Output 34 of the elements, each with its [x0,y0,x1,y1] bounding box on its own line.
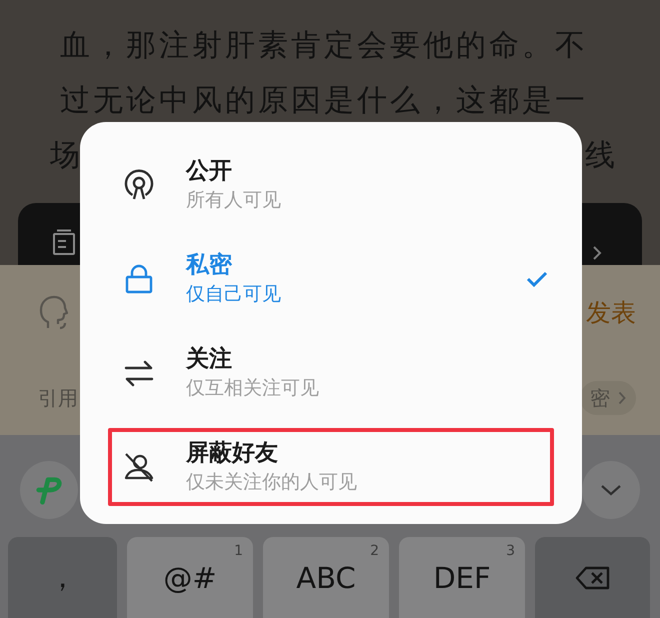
chevron-right-icon [618,391,626,405]
option-title: 屏蔽好友 [186,439,278,467]
keyboard-key[interactable]: 3 DEF [399,537,525,618]
chevron-down-icon [600,484,622,496]
checkmark-icon [526,271,548,287]
chevron-right-icon[interactable] [592,245,602,261]
logo-icon [34,475,64,505]
head-profile-icon[interactable] [38,294,68,330]
visibility-option[interactable]: 公开 所有人可见 [108,146,554,224]
option-subtitle: 所有人可见 [186,188,281,213]
key-number-hint: 1 [234,543,243,560]
option-title: 私密 [186,251,232,279]
option-title: 公开 [186,157,232,185]
option-title: 关注 [186,345,232,373]
key-number-hint: 3 [506,543,515,560]
option-subtitle: 仅自己可见 [186,282,281,307]
key-label: @# [163,560,217,596]
key-number-hint: 2 [370,543,379,560]
broadcast-icon [123,169,155,201]
visibility-option[interactable]: 关注 仅互相关注可见 [108,334,554,412]
key-label: DEF [433,560,491,596]
comma-key[interactable]: ， [8,537,117,618]
visibility-option[interactable]: 私密 仅自己可见 [108,240,554,318]
option-subtitle: 仅互相关注可见 [186,376,319,401]
lock-icon [123,263,155,295]
keyboard-key[interactable]: 1 @# [127,537,253,618]
key-label: ABC [296,560,356,596]
option-subtitle: 仅未关注你的人可见 [186,470,357,495]
keyboard-key[interactable]: 2 ABC [263,537,389,618]
visibility-option[interactable]: 屏蔽好友 仅未关注你的人可见 [108,428,554,506]
person-slash-icon [123,451,155,483]
backspace-key[interactable] [535,537,650,618]
document-icon[interactable] [52,229,76,255]
backspace-icon [574,566,610,590]
